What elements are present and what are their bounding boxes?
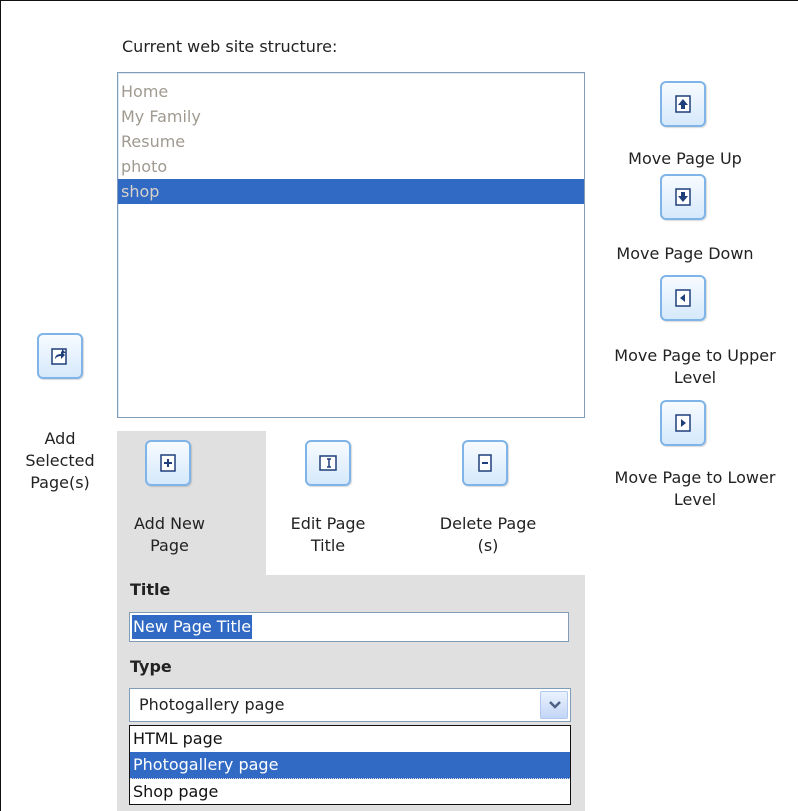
move-up-icon <box>675 95 691 113</box>
type-dropdown-list: HTML page Photogallery page Shop page <box>129 725 571 805</box>
tab-edit-page-title-label: Edit Page Title <box>290 514 366 555</box>
move-upper-level-icon <box>675 289 691 307</box>
list-item[interactable]: Resume <box>118 129 584 154</box>
move-page-down-label: Move Page Down <box>616 244 754 263</box>
type-select[interactable]: Photogallery page <box>129 688 571 722</box>
chevron-down-icon <box>549 701 561 709</box>
add-selected-label: Add Selected Page(s) <box>25 429 95 492</box>
edit-title-icon <box>319 455 337 471</box>
type-select-arrow[interactable] <box>540 691 568 719</box>
tab-delete-page-label: Delete Page (s) <box>439 514 537 555</box>
move-page-lower-level-button[interactable] <box>660 400 706 446</box>
move-down-icon <box>675 188 691 206</box>
type-option-html[interactable]: HTML page <box>130 726 570 752</box>
list-item[interactable]: Home <box>118 79 584 104</box>
tab-add-new-page[interactable] <box>145 440 191 486</box>
add-selected-page-icon <box>51 348 67 365</box>
title-input[interactable]: New Page Title <box>129 612 569 642</box>
window-left-border <box>0 0 1 811</box>
tab-add-new-page-label: Add New Page <box>134 514 205 555</box>
list-item[interactable]: My Family <box>118 104 584 129</box>
tab-edit-page-title[interactable] <box>305 440 351 486</box>
site-structure-list[interactable]: Home My Family Resume photo shop <box>117 72 585 418</box>
title-field-label: Title <box>130 580 171 599</box>
structure-label: Current web site structure: <box>122 37 338 56</box>
move-page-upper-level-button[interactable] <box>660 275 706 321</box>
title-input-value: New Page Title <box>132 615 253 639</box>
move-page-up-label: Move Page Up <box>628 149 742 168</box>
add-selected-page-button[interactable] <box>37 333 83 379</box>
move-page-lower-level-label: Move Page to Lower Level <box>614 468 776 509</box>
move-page-up-button[interactable] <box>660 81 706 127</box>
add-page-icon <box>160 454 176 472</box>
window-top-border <box>0 0 798 1</box>
delete-page-icon <box>478 454 492 472</box>
type-field-label: Type <box>130 657 172 676</box>
move-page-upper-level-label: Move Page to Upper Level <box>614 346 776 387</box>
type-option-shop[interactable]: Shop page <box>130 779 570 805</box>
list-item-selected[interactable]: shop <box>118 179 584 204</box>
move-page-down-button[interactable] <box>660 174 706 220</box>
tab-delete-page[interactable] <box>462 440 508 486</box>
type-option-photogallery[interactable]: Photogallery page <box>130 752 570 779</box>
list-item[interactable]: photo <box>118 154 584 179</box>
type-select-value: Photogallery page <box>139 695 285 714</box>
move-lower-level-icon <box>675 414 691 432</box>
